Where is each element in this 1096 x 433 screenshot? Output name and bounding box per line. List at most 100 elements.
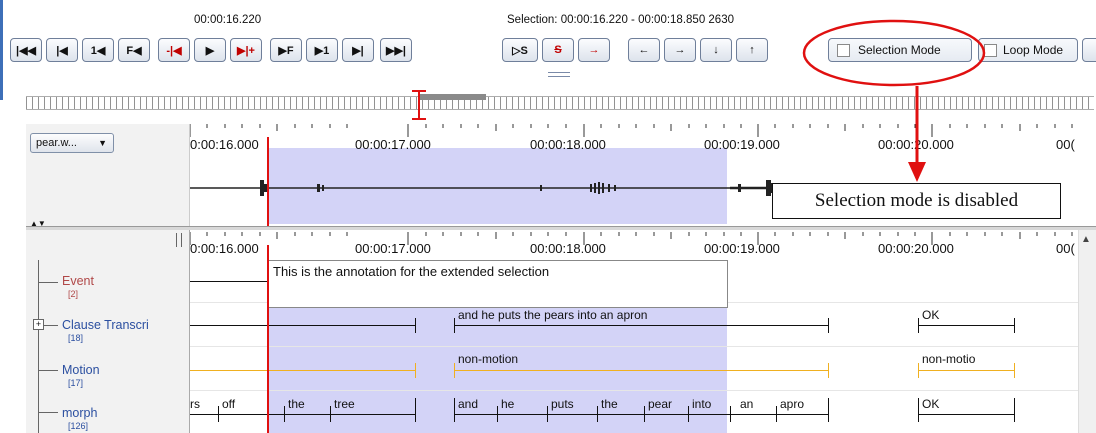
waveform-ruler-ticks: [190, 124, 1073, 137]
next-f-button[interactable]: ▶F: [270, 38, 302, 62]
tier-row-separator: [190, 390, 1078, 391]
next-pixel-button[interactable]: ▶|+: [230, 38, 262, 62]
motion-annotation-segment[interactable]: [454, 370, 828, 371]
annotation-editor-text[interactable]: This is the annotation for the extended …: [273, 264, 549, 279]
annotation-editor[interactable]: This is the annotation for the extended …: [267, 260, 728, 308]
morph-boundary: [547, 406, 548, 422]
ann-ruler-label-3: 00:00:19.000: [704, 241, 780, 256]
motion-boundary: [918, 363, 919, 378]
tier-count-clause: [18]: [68, 333, 84, 343]
motion-boundary: [454, 363, 455, 378]
morph-boundary: [644, 406, 645, 422]
previous-second-button[interactable]: 1◀: [82, 38, 114, 62]
down-arrow-button[interactable]: ↓: [700, 38, 732, 62]
tier-label-motion[interactable]: Motion: [62, 363, 100, 377]
morph-boundary: [218, 406, 219, 422]
clause-boundary: [918, 318, 919, 333]
tier-label-event[interactable]: Event: [62, 274, 94, 288]
morph-annotation-0[interactable]: rs: [190, 398, 200, 411]
chevron-down-icon: ▼: [98, 138, 107, 148]
morph-boundary: [597, 406, 598, 422]
morph-annotation-10[interactable]: an: [740, 398, 753, 411]
waveform-cursor: [267, 137, 269, 227]
motion-annotation-0[interactable]: non-motion: [458, 353, 518, 366]
morph-boundary: [688, 406, 689, 422]
tier-label-morph[interactable]: morph: [62, 406, 97, 420]
event-annotation-line[interactable]: [190, 281, 268, 282]
morph-annotation-line[interactable]: [190, 414, 415, 415]
tier-branch-event: [38, 282, 58, 283]
callout-text: Selection mode is disabled: [814, 190, 1019, 211]
morph-boundary: [454, 398, 455, 422]
clause-annotation-1[interactable]: OK: [922, 309, 939, 322]
go-to-end-button[interactable]: ▶▶|: [380, 38, 412, 62]
tier-header-handle[interactable]: [176, 233, 182, 247]
clause-annotation-segment[interactable]: [918, 325, 1014, 326]
scroll-up-icon[interactable]: ▲: [1081, 234, 1091, 245]
go-to-begin-button[interactable]: |◀◀: [10, 38, 42, 62]
clause-boundary: [415, 318, 416, 333]
annotation-cursor: [267, 245, 269, 433]
morph-annotation-4[interactable]: and: [458, 398, 478, 411]
callout-arrow: [908, 86, 926, 182]
ann-ruler-label-2: 00:00:18.000: [530, 241, 606, 256]
morph-annotation-7[interactable]: the: [601, 398, 618, 411]
morph-annotation-12[interactable]: OK: [922, 398, 939, 411]
motion-boundary: [828, 363, 829, 378]
ann-ruler-label-1: 00:00:17.000: [355, 241, 431, 256]
clause-annotation-segment[interactable]: [454, 325, 828, 326]
next-frame-button[interactable]: ▶|: [342, 38, 374, 62]
morph-boundary: [730, 406, 731, 422]
morph-annotation-3[interactable]: tree: [334, 398, 355, 411]
morph-boundary: [497, 406, 498, 422]
loop-mode-toggle[interactable]: Loop Mode: [978, 38, 1078, 62]
toolbar-splitter-grip[interactable]: [548, 72, 570, 77]
overview-cursor-bottom: [412, 118, 426, 120]
annotation-scrollbar[interactable]: [1078, 230, 1096, 433]
tier-row-separator: [190, 346, 1078, 347]
ann-ruler-label-4: 00:00:20.000: [878, 241, 954, 256]
morph-boundary: [415, 398, 416, 422]
previous-f-button[interactable]: F◀: [118, 38, 150, 62]
clear-selection-button[interactable]: S: [542, 38, 574, 62]
morph-boundary: [330, 406, 331, 422]
tier-count-event: [2]: [68, 289, 79, 299]
tier-label-clause[interactable]: Clause Transcri: [62, 318, 149, 332]
toolbar-left-edge: [0, 0, 3, 100]
morph-annotation-line[interactable]: [454, 414, 828, 415]
morph-annotation-1[interactable]: off: [222, 398, 235, 411]
motion-annotation-1[interactable]: non-motio: [922, 353, 975, 366]
morph-annotation-6[interactable]: puts: [551, 398, 574, 411]
morph-boundary: [828, 398, 829, 422]
loop-mode-label: Loop Mode: [1003, 43, 1064, 57]
morph-annotation-5[interactable]: he: [501, 398, 514, 411]
morph-annotation-8[interactable]: pear: [648, 398, 672, 411]
play-selection-button[interactable]: ▷S: [502, 38, 538, 62]
collapse-arrows-icon[interactable]: ▲▼: [30, 219, 46, 228]
up-arrow-button[interactable]: ↑: [736, 38, 768, 62]
morph-annotation-9[interactable]: into: [692, 398, 711, 411]
right-arrow-button[interactable]: →: [664, 38, 696, 62]
morph-annotation-11[interactable]: apro: [780, 398, 804, 411]
overview-viewport[interactable]: [418, 94, 486, 100]
next-second-button[interactable]: ▶1: [306, 38, 338, 62]
tier-expand-icon[interactable]: +: [33, 319, 44, 330]
callout-box: Selection mode is disabled: [772, 183, 1061, 219]
motion-annotation-segment[interactable]: [918, 370, 1014, 371]
file-selector-dropdown[interactable]: pear.w... ▼: [30, 133, 114, 153]
motion-annotation-segment[interactable]: [190, 370, 415, 371]
more-toolbar-button[interactable]: [1082, 38, 1096, 62]
tier-count-motion: [17]: [68, 378, 84, 388]
clause-boundary: [1014, 318, 1015, 333]
morph-annotation-line[interactable]: [918, 414, 1014, 415]
previous-frame-button[interactable]: |◀: [46, 38, 78, 62]
play-button[interactable]: ▶: [194, 38, 226, 62]
motion-boundary: [415, 363, 416, 378]
clause-annotation-segment[interactable]: [190, 325, 415, 326]
left-arrow-button[interactable]: ←: [628, 38, 660, 62]
clause-annotation-0[interactable]: and he puts the pears into an apron: [458, 309, 647, 322]
file-selector-value: pear.w...: [36, 137, 77, 149]
morph-annotation-2[interactable]: the: [288, 398, 305, 411]
previous-pixel-button[interactable]: -|◀: [158, 38, 190, 62]
go-to-selection-end-button[interactable]: →: [578, 38, 610, 62]
